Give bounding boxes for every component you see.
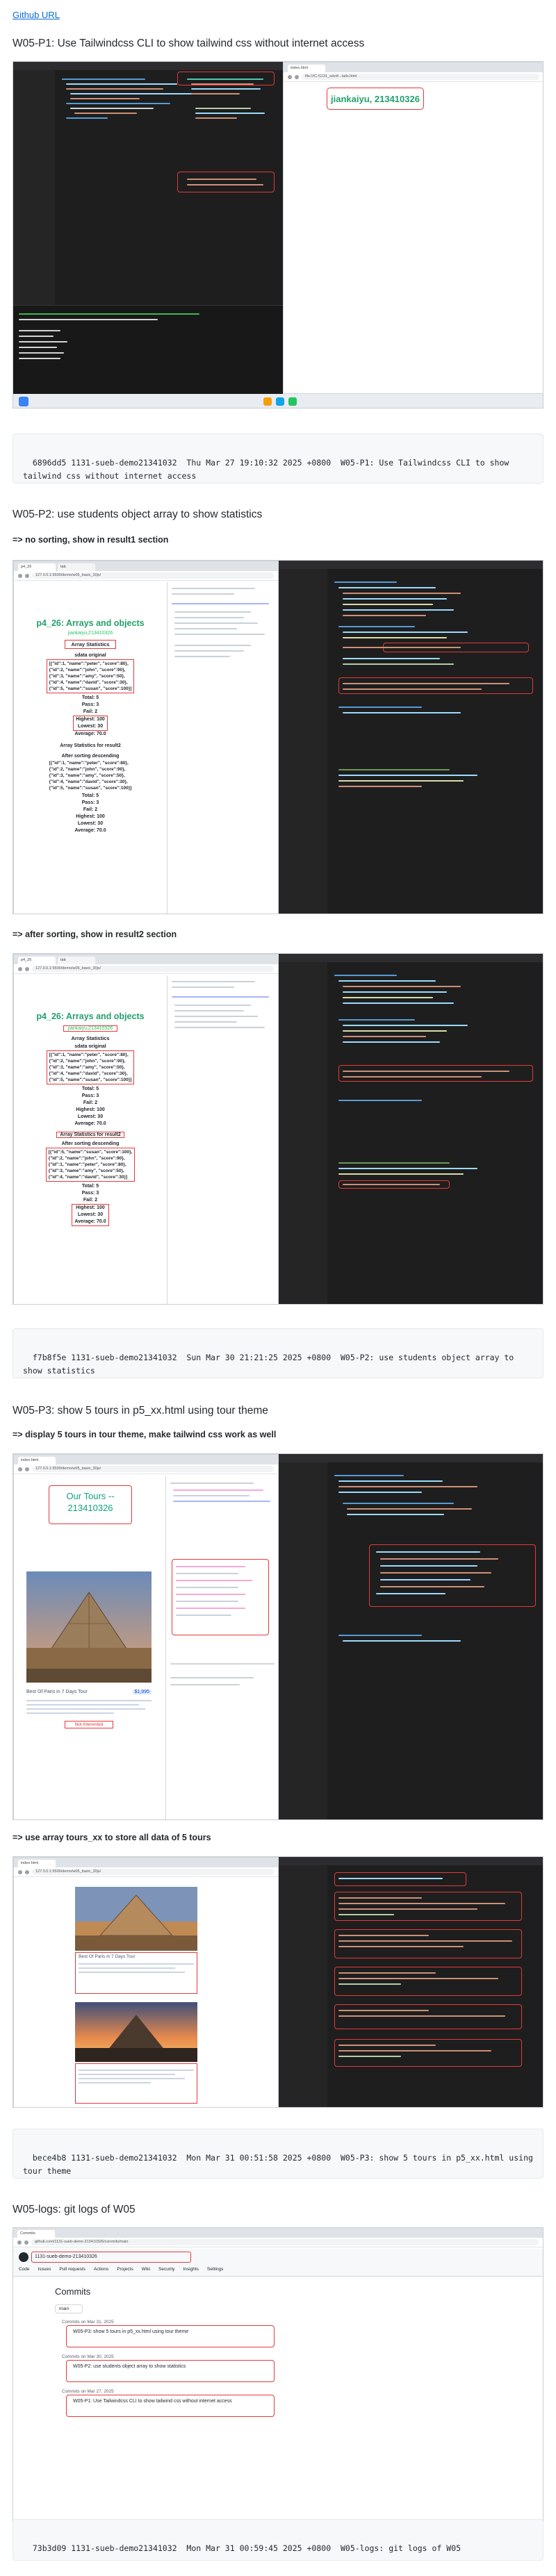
p2-browser-1: p4_26 tab 127.0.0.1:5500/demo/w05_basic_3… [13,561,279,914]
p2-highlow-box: Highest: 100 Lowest: 30 [73,716,108,731]
p1-title: W05-P1: Use Tailwindcss CLI to show tail… [13,38,365,49]
reload-icon[interactable] [295,74,299,79]
back-icon[interactable] [288,74,292,79]
commit-group-date: Commits on Mar 31, 2025 [62,2320,114,2325]
logs-commit: 73b3d09 1131-sueb-demo21341032 Mon Mar 3… [32,2543,461,2553]
p3-note-array: => use array tours_xx to store all data … [13,1833,211,1842]
p3-tour-heading: Our Tours -- 213410326 [66,1491,115,1513]
start-icon[interactable] [19,397,28,406]
p1-browser: index.html file:///C:/1131_sdvd/...tails… [283,62,543,394]
repo-name[interactable]: 1131-sueb-demo-213410326 [31,2252,191,2263]
github-logo-icon[interactable] [19,2252,28,2262]
logs-title: W05-logs: git logs of W05 [13,2204,136,2215]
commit-message[interactable]: W05-P3: show 5 tours in p5_xx.html using… [73,2329,188,2334]
p3-note-theme: => display 5 tours in tour theme, make t… [13,1430,277,1439]
repo-tabs: Code Issues Pull requests Actions Projec… [19,2267,223,2272]
tab-insights[interactable]: Insights [183,2267,199,2272]
p1-commit-box: 6896dd5 1131-sueb-demo21341032 Thu Mar 2… [13,434,543,484]
p3-browser-2: index.html 127.0.0.1:5500/demo/w05_basic… [13,1857,279,2107]
p1-page-heading-box: jiankaiyu, 213410326 [327,88,424,110]
p2-devtools-1 [167,582,278,914]
github-header: 1131-sueb-demo-213410326 Code Issues Pul… [13,2249,543,2277]
logs-commit-box: 73b3d09 1131-sueb-demo21341032 Mon Mar 3… [13,2519,543,2561]
tab-wiki[interactable]: Wiki [142,2267,150,2272]
commit-message[interactable]: W05-P1: Use Tailwindcss CLI to show tail… [73,2399,232,2404]
p2-stats-title: Array Statistics [65,640,116,649]
branch-select[interactable]: main [55,2304,83,2313]
p3-browser-1: index.html 127.0.0.1:5500/demo/w05_basic… [13,1454,279,1819]
tour-card-title: Best Of Paris in 7 Days Tour [26,1690,88,1694]
p2-screenshot-1: p4_26 tab 127.0.0.1:5500/demo/w05_basic_3… [13,560,543,914]
tab-settings[interactable]: Settings [207,2267,224,2272]
p2-sorted-students: [{"id":5, "name":"susan", "score":100},{… [45,1148,136,1182]
p3-tour-heading-box: Our Tours -- 213410326 [49,1485,132,1524]
p1-screenshot: index.html file:///C:/1131_sdvd/...tails… [13,61,543,408]
commit-message[interactable]: W05-P2: use students object array to sho… [73,2364,186,2369]
p3-ide-1 [279,1454,543,1819]
not-interested-button[interactable]: Not Interested [65,1721,113,1728]
p1-page-heading: jiankaiyu, 213410326 [331,93,420,104]
tour-card-price: $1,995 [132,1690,152,1694]
tour-card-highlight-2 [75,2063,197,2104]
tab-projects[interactable]: Projects [117,2267,133,2272]
p2-browser-2: p4_26 tab 127.0.0.1:5500/demo/w05_basic_3… [13,954,279,1304]
p2-devtools-2 [167,975,278,1304]
p2-ide-1 [279,561,543,914]
tab-actions[interactable]: Actions [94,2267,108,2272]
taskbar [13,394,543,408]
p3-title: W05-P3: show 5 tours in p5_xx.html using… [13,1405,268,1417]
app-icon[interactable] [288,397,297,406]
browser-tab[interactable]: index.html [288,65,325,72]
p3-devtools-1 [165,1476,278,1819]
commits-heading: Commits [55,2286,91,2297]
p3-ide-2 [279,1857,543,2107]
p1-commit: 6896dd5 1131-sueb-demo21341032 Thu Mar 2… [23,458,514,481]
louvre-image [26,1571,152,1683]
p2-note-after-sort: => after sorting, show in result2 sectio… [13,930,177,939]
tab-security[interactable]: Security [158,2267,174,2272]
p1-ide [13,62,283,394]
p3-screenshot-1: index.html 127.0.0.1:5500/demo/w05_basic… [13,1453,543,1820]
p1-highlight-scripts [177,172,275,192]
p2-page-heading: p4_26: Arrays and objects [36,618,145,628]
tour-card-highlight-1: Best Of Paris in 7 Days Tour [75,1952,197,1994]
p2-title: W05-P2: use students object array to sho… [13,509,263,520]
p2-ide-2 [279,954,543,1304]
address-bar[interactable]: file:///C:/1131_sdvd/...tails.html [302,74,539,80]
p2-screenshot-2: p4_26 tab 127.0.0.1:5500/demo/w05_basic_3… [13,953,543,1305]
p2-result2-label: Array Statistics for result2 [56,1132,124,1138]
github-url-link[interactable]: Github URL [13,10,60,20]
p2-commit: f7b8f5e 1131-sueb-demo21341032 Sun Mar 3… [23,1353,519,1376]
louvre-image-2 [75,1887,197,1951]
p2-original-label: sdata original [74,653,106,658]
p3-commit: bece4b8 1131-sueb-demo21341032 Mon Mar 3… [23,2153,538,2176]
p2-subheading: jiankaiyu,213410326 [67,631,113,636]
p2-note-no-sort: => no sorting, show in result1 section [13,535,169,545]
sunset-image [75,2002,197,2062]
p3-commit-box: bece4b8 1131-sueb-demo21341032 Mon Mar 3… [13,2129,543,2179]
p2-students-list: [{"id":1, "name":"peter", "score":80}, {"… [46,659,135,693]
p3-tour-card: Best Of Paris in 7 Days Tour $1,995 Not … [26,1690,152,1728]
p2-commit-box: f7b8f5e 1131-sueb-demo21341032 Sun Mar 3… [13,1328,543,1378]
tab-issues[interactable]: Issues [38,2267,51,2272]
logs-screenshot: Commits github.com/1131-sueb-demo-213410… [13,2227,543,2526]
app-icon[interactable] [276,397,284,406]
p1-highlight-config [177,72,275,85]
p3-screenshot-2: index.html 127.0.0.1:5500/demo/w05_basic… [13,1856,543,2108]
app-icon[interactable] [263,397,272,406]
tab-code[interactable]: Code [19,2267,30,2272]
tab-pull-requests[interactable]: Pull requests [59,2267,85,2272]
